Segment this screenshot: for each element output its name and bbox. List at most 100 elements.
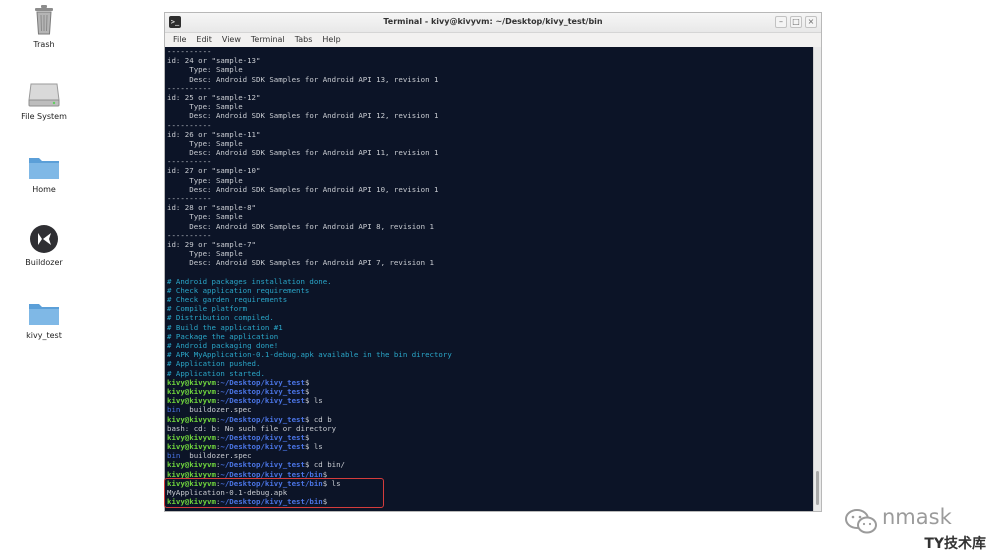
terminal-line: ---------- (167, 121, 814, 130)
terminal-text-segment: Desc: Android SDK Samples for Android AP… (167, 258, 434, 268)
terminal-text-segment: ---------- (167, 157, 212, 167)
terminal-text-segment: $ cd b (304, 414, 332, 424)
menu-tabs[interactable]: Tabs (291, 35, 317, 44)
menu-view[interactable]: View (218, 35, 245, 44)
terminal-line: # Android packages installation done. (167, 277, 814, 286)
terminal-line: Desc: Android SDK Samples for Android AP… (167, 222, 814, 231)
terminal-line: ---------- (167, 84, 814, 93)
terminal-line: bin buildozer.spec (167, 451, 814, 460)
watermark: nmask TY技术库 (842, 503, 992, 553)
menu-bar: File Edit View Terminal Tabs Help (165, 32, 821, 47)
maximize-button[interactable]: □ (790, 16, 802, 28)
terminal-scrollbar[interactable] (813, 47, 821, 511)
trash-icon (35, 5, 53, 35)
terminal-text-segment: # Application pushed. (167, 359, 261, 369)
terminal-text-segment: ~/Desktop/kivy_test (220, 442, 305, 452)
terminal-text-segment: # Android packaging done! (167, 341, 279, 350)
terminal-text-segment: $ (304, 386, 310, 396)
terminal-line: id: 26 or "sample-11" (167, 130, 814, 139)
terminal-text-segment: buildozer.spec (180, 451, 252, 461)
terminal-text-segment: # APK MyApplication-0.1-debug.apk availa… (167, 350, 452, 360)
terminal-line: ---------- (167, 231, 814, 240)
terminal-text-segment: bin (167, 451, 181, 461)
terminal-line: bash: cd: b: No such file or directory (167, 424, 814, 433)
terminal-line: id: 24 or "sample-13" (167, 56, 814, 65)
terminal-line: ---------- (167, 47, 814, 56)
terminal-line: kivy@kivyvm:~/Desktop/kivy_test$ cd b (167, 415, 814, 424)
terminal-text-segment: kivy@kivyvm (167, 414, 216, 424)
terminal-line: Type: Sample (167, 139, 814, 148)
terminal-text-segment: # Check application requirements (167, 285, 310, 295)
terminal-line: kivy@kivyvm:~/Desktop/kivy_test$ ls (167, 442, 814, 451)
terminal-text-segment: id: 28 or "sample-8" (167, 203, 256, 213)
terminal-line: Type: Sample (167, 176, 814, 185)
terminal-text-segment: ---------- (167, 194, 212, 203)
terminal-text-segment: id: 29 or "sample-7" (167, 239, 256, 249)
desktop-icon-kivy-test[interactable]: kivy_test (4, 299, 84, 340)
menu-file[interactable]: File (169, 35, 190, 44)
terminal-line: kivy@kivyvm:~/Desktop/kivy_test$ cd bin/ (167, 460, 814, 469)
terminal-text-segment: $ ls (304, 396, 323, 406)
terminal-text-segment: ~/Desktop/kivy_test (220, 386, 305, 396)
terminal-text-segment: # Package the application (167, 331, 279, 341)
terminal-text-segment: $ ls (304, 442, 323, 452)
desktop-icon-home[interactable]: Home (4, 153, 84, 194)
terminal-line: kivy@kivyvm:~/Desktop/kivy_test$ ls (167, 396, 814, 405)
watermark-site: TY技术库 (924, 536, 986, 552)
close-button[interactable]: × (805, 16, 817, 28)
terminal-line: # Android packaging done! (167, 341, 814, 350)
desktop-icon-label: File System (21, 112, 67, 121)
terminal-text-segment: kivy@kivyvm (167, 432, 216, 442)
terminal-text-segment: Desc: Android SDK Samples for Android AP… (167, 221, 434, 231)
terminal-text-segment: # Build the application #1 (167, 322, 283, 332)
menu-edit[interactable]: Edit (192, 35, 216, 44)
window-controls: – □ × (775, 16, 817, 28)
window-titlebar[interactable]: >_ Terminal - kivy@kivyvm: ~/Desktop/kiv… (165, 13, 821, 33)
terminal-text-segment: Desc: Android SDK Samples for Android AP… (167, 184, 439, 194)
terminal-line: kivy@kivyvm:~/Desktop/kivy_test$ (167, 433, 814, 442)
terminal-line: # Build the application #1 (167, 323, 814, 332)
terminal-text-segment: $ (304, 432, 310, 442)
terminal-text-segment: ~/Desktop/kivy_test (220, 432, 305, 442)
menu-help[interactable]: Help (318, 35, 344, 44)
terminal-text-segment: id: 24 or "sample-13" (167, 56, 261, 66)
desktop-icon-filesystem[interactable]: File System (4, 80, 84, 121)
terminal-line: # Check application requirements (167, 286, 814, 295)
terminal-text-segment: ~/Desktop/kivy_test (220, 460, 305, 470)
terminal-text-segment: Desc: Android SDK Samples for Android AP… (167, 111, 439, 121)
terminal-text-segment: # Application started. (167, 368, 265, 378)
terminal-line: Desc: Android SDK Samples for Android AP… (167, 185, 814, 194)
drive-icon (28, 83, 60, 107)
terminal-text-segment: bin (167, 405, 181, 415)
wechat-icon (845, 509, 877, 534)
terminal-text-segment: id: 25 or "sample-12" (167, 92, 261, 102)
terminal-text-segment: # Check garden requirements (167, 295, 288, 305)
terminal-line: bin buildozer.spec (167, 405, 814, 414)
terminal-text-segment: kivy@kivyvm (167, 396, 216, 406)
terminal-text-segment: id: 26 or "sample-11" (167, 129, 261, 139)
terminal-line: ---------- (167, 157, 814, 166)
terminal-line: Desc: Android SDK Samples for Android AP… (167, 111, 814, 120)
minimize-button[interactable]: – (775, 16, 787, 28)
terminal-output[interactable]: ---------- id: 24 or "sample-13" Type: Sa… (165, 47, 814, 511)
menu-terminal[interactable]: Terminal (247, 35, 289, 44)
terminal-text-segment: Desc: Android SDK Samples for Android AP… (167, 74, 439, 84)
terminal-text-segment: kivy@kivyvm (167, 386, 216, 396)
desktop-icon-buildozer[interactable]: Buildozer (4, 224, 84, 267)
terminal-text-segment: Type: Sample (167, 249, 243, 259)
terminal-text-segment: ~/Desktop/kivy_test (220, 414, 305, 424)
terminal-text-segment: ---------- (167, 83, 212, 93)
scrollbar-thumb[interactable] (816, 471, 819, 505)
terminal-text-segment: buildozer.spec (180, 405, 252, 415)
desktop-icon-label: Home (32, 185, 56, 194)
watermark-brand: nmask (882, 505, 952, 529)
desktop-icon-trash[interactable]: Trash (4, 4, 84, 49)
terminal-line: Type: Sample (167, 65, 814, 74)
folder-icon (29, 158, 59, 179)
terminal-text-segment: kivy@kivyvm (167, 460, 216, 470)
terminal-line: id: 27 or "sample-10" (167, 166, 814, 175)
terminal-text-segment: Type: Sample (167, 212, 243, 222)
terminal-line: # Application pushed. (167, 359, 814, 368)
terminal-line: # Distribution compiled. (167, 313, 814, 322)
terminal-text-segment: kivy@kivyvm (167, 442, 216, 452)
